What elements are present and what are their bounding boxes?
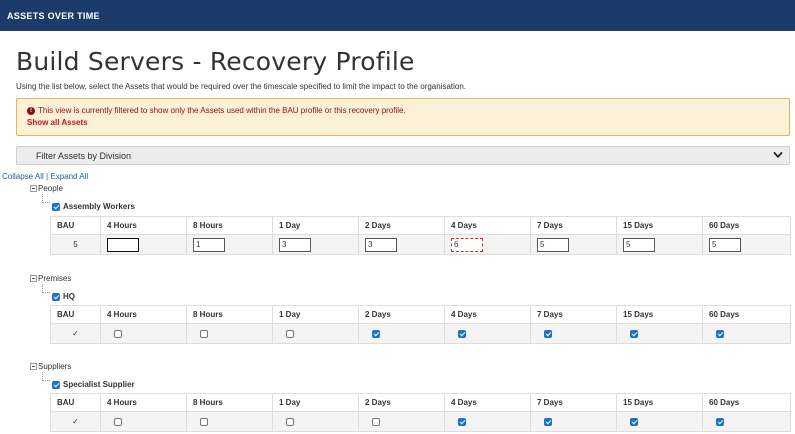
bau-check: ✓ <box>50 411 101 432</box>
collapse-all-link[interactable]: Collapse All <box>2 172 44 181</box>
column-header: 60 Days <box>702 305 791 324</box>
quantity-input-8-hours[interactable] <box>193 237 225 252</box>
quantity-input-7-days[interactable] <box>537 237 569 252</box>
asset-checkbox[interactable] <box>52 380 60 389</box>
chevron-down-icon <box>773 152 783 158</box>
column-header: 4 Days <box>444 216 531 235</box>
group-label: Suppliers <box>38 362 72 371</box>
table-row: ✓ <box>50 323 791 344</box>
table-row: 5 <box>50 234 791 255</box>
alert-message: This view is currently filtered to show … <box>38 106 406 115</box>
table-header-row: BAU 4 Hours 8 Hours 1 Day 2 Days 4 Days … <box>50 305 791 324</box>
section-title: ASSETS OVER TIME <box>7 11 100 21</box>
timescale-checkbox[interactable] <box>630 329 638 338</box>
filter-label: Filter Assets by Division <box>36 151 132 161</box>
tree-controls: Collapse All | Expand All <box>2 172 88 181</box>
timescale-checkbox[interactable] <box>544 329 552 338</box>
timescale-checkbox[interactable] <box>200 329 208 338</box>
exclamation-icon: ! <box>27 106 35 115</box>
tree-node-people[interactable]: People <box>30 184 63 193</box>
asset-label: HQ <box>63 292 75 301</box>
tree-connector <box>42 372 50 381</box>
timescale-checkbox[interactable] <box>200 417 208 426</box>
asset-hq: HQ <box>52 292 75 301</box>
timescale-checkbox[interactable] <box>286 329 294 338</box>
asset-timescale-table: BAU 4 Hours 8 Hours 1 Day 2 Days 4 Days … <box>50 393 791 432</box>
column-header: 2 Days <box>358 393 445 412</box>
column-header: 4 Days <box>444 393 531 412</box>
column-header: 15 Days <box>616 305 703 324</box>
timescale-checkbox[interactable] <box>544 417 552 426</box>
column-header: BAU <box>50 216 101 235</box>
timescale-checkbox[interactable] <box>458 329 466 338</box>
quantity-input-4-days[interactable] <box>451 237 483 252</box>
column-header: BAU <box>50 305 101 324</box>
column-header: 8 Hours <box>186 305 273 324</box>
collapse-toggle-icon[interactable] <box>30 185 37 192</box>
column-header: 7 Days <box>530 393 617 412</box>
asset-timescale-table: BAU 4 Hours 8 Hours 1 Day 2 Days 4 Days … <box>50 305 791 344</box>
asset-label: Specialist Supplier <box>63 380 135 389</box>
asset-timescale-table: BAU 4 Hours 8 Hours 1 Day 2 Days 4 Days … <box>50 216 791 255</box>
quantity-input-2-days[interactable] <box>365 237 397 252</box>
table-header-row: BAU 4 Hours 8 Hours 1 Day 2 Days 4 Days … <box>50 216 791 235</box>
column-header: 1 Day <box>272 393 359 412</box>
tree-separator: | <box>46 172 49 181</box>
expand-all-link[interactable]: Expand All <box>50 172 88 181</box>
tree-node-suppliers[interactable]: Suppliers <box>30 362 71 371</box>
show-all-assets-link[interactable]: Show all Assets <box>27 118 88 127</box>
timescale-checkbox[interactable] <box>286 417 294 426</box>
tree-connector <box>42 284 50 293</box>
asset-specialist-supplier: Specialist Supplier <box>52 380 135 389</box>
column-header: 4 Hours <box>100 393 187 412</box>
column-header: 60 Days <box>702 393 791 412</box>
column-header: 1 Day <box>272 305 359 324</box>
column-header: 2 Days <box>358 305 445 324</box>
column-header: 15 Days <box>616 216 703 235</box>
quantity-input-1-day[interactable] <box>279 237 311 252</box>
tree-connector <box>42 194 50 203</box>
timescale-checkbox[interactable] <box>372 329 380 338</box>
column-header: 7 Days <box>530 305 617 324</box>
asset-checkbox[interactable] <box>52 292 60 301</box>
bau-check: ✓ <box>50 323 101 344</box>
timescale-checkbox[interactable] <box>114 417 122 426</box>
column-header: 2 Days <box>358 216 445 235</box>
group-label: People <box>38 184 63 193</box>
timescale-checkbox[interactable] <box>630 417 638 426</box>
page-subtitle: Using the list below, select the Assets … <box>16 82 467 91</box>
timescale-checkbox[interactable] <box>372 417 380 426</box>
group-label: Premises <box>38 274 72 283</box>
timescale-checkbox[interactable] <box>716 417 724 426</box>
timescale-checkbox[interactable] <box>716 329 724 338</box>
column-header: 8 Hours <box>186 216 273 235</box>
asset-assembly-workers: Assembly Workers <box>52 202 135 211</box>
filter-division-dropdown[interactable]: Filter Assets by Division <box>16 146 790 165</box>
quantity-input-60-days[interactable] <box>709 237 741 252</box>
collapse-toggle-icon[interactable] <box>30 363 37 370</box>
column-header: 4 Hours <box>100 216 187 235</box>
top-bar: ASSETS OVER TIME <box>0 0 795 31</box>
timescale-checkbox[interactable] <box>458 417 466 426</box>
quantity-input-15-days[interactable] <box>623 237 655 252</box>
collapse-toggle-icon[interactable] <box>30 275 37 282</box>
page-title: Build Servers - Recovery Profile <box>16 47 415 76</box>
tree-node-premises[interactable]: Premises <box>30 274 71 283</box>
asset-checkbox[interactable] <box>52 202 60 211</box>
column-header: 60 Days <box>702 216 791 235</box>
bau-value: 5 <box>50 234 101 255</box>
quantity-input-4-hours[interactable] <box>107 237 139 252</box>
column-header: 8 Hours <box>186 393 273 412</box>
column-header: 4 Hours <box>100 305 187 324</box>
asset-label: Assembly Workers <box>63 202 135 211</box>
column-header: 7 Days <box>530 216 617 235</box>
timescale-checkbox[interactable] <box>114 329 122 338</box>
table-header-row: BAU 4 Hours 8 Hours 1 Day 2 Days 4 Days … <box>50 393 791 412</box>
column-header: BAU <box>50 393 101 412</box>
filter-alert: ! This view is currently filtered to sho… <box>16 98 790 136</box>
column-header: 1 Day <box>272 216 359 235</box>
column-header: 15 Days <box>616 393 703 412</box>
table-row: ✓ <box>50 411 791 432</box>
column-header: 4 Days <box>444 305 531 324</box>
